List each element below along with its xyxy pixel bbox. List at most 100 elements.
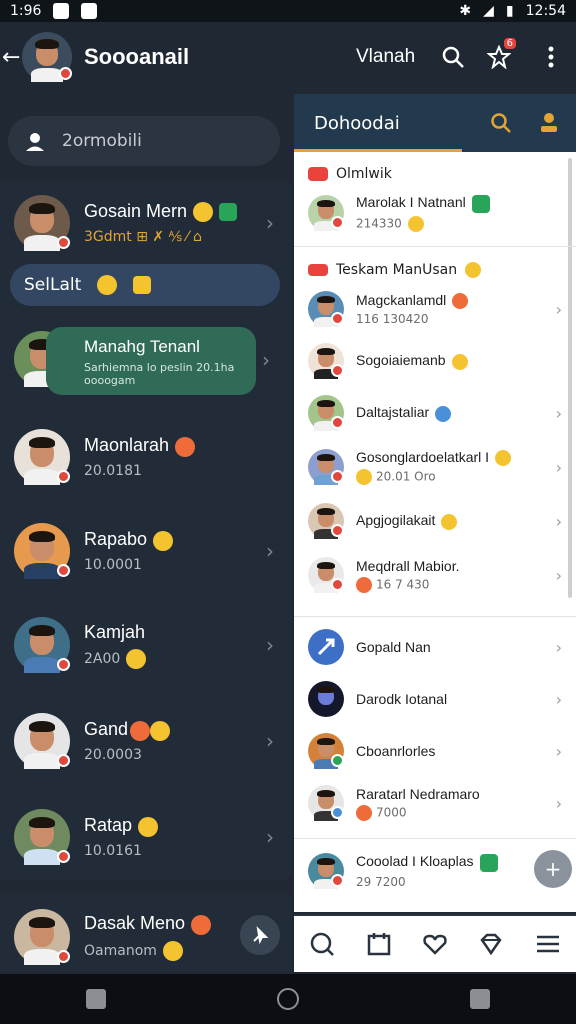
list-item[interactable]: Cboanrlorles ›	[294, 724, 576, 778]
emoji-icon	[130, 720, 151, 741]
avatar	[308, 503, 344, 539]
right-panel-header: Dohoodai	[294, 94, 576, 152]
chat-preview: 20.0181	[84, 462, 142, 479]
chat-preview: 20.0003	[84, 746, 142, 763]
tag-icon	[471, 194, 490, 213]
search-icon[interactable]	[309, 931, 335, 957]
emoji-icon	[153, 530, 174, 551]
search-icon	[491, 113, 511, 133]
heart-icon[interactable]	[422, 931, 448, 957]
diamond-icon[interactable]	[478, 931, 504, 957]
chevron-right-icon: ›	[266, 729, 274, 753]
right-panel-title: Dohoodai	[314, 112, 400, 134]
list-item[interactable]: Daltajstaliar ›	[294, 386, 576, 440]
emoji-icon	[452, 293, 469, 310]
person-search-icon	[26, 133, 44, 151]
menu-icon[interactable]	[535, 931, 561, 957]
list-item[interactable]: Meqdrall Mabior. 16 7 430 ›	[294, 548, 576, 602]
list-item[interactable]: Marolak I Natnanl 214330	[294, 186, 576, 240]
list-item[interactable]: Gosonglardoelatkarl I 20.01 Oro ›	[294, 440, 576, 494]
emoji-icon	[356, 469, 372, 486]
chevron-right-icon: ›	[555, 299, 562, 319]
search-icon	[442, 46, 464, 68]
emoji-icon	[175, 436, 196, 457]
battery-icon: ▮	[505, 3, 514, 19]
chevron-right-icon: ›	[266, 211, 274, 235]
item-name: Daltajstaliar	[356, 404, 430, 421]
left-search-bar[interactable]: 2ormobili	[8, 116, 280, 166]
panel-profile-button[interactable]	[534, 108, 564, 138]
back-icon[interactable]	[470, 989, 491, 1009]
chat-name: Kamjah	[84, 621, 146, 642]
emoji-icon	[356, 804, 372, 821]
account-name[interactable]: Vlanah	[356, 46, 415, 68]
item-sub: 116 130420	[356, 312, 429, 327]
status-bar: 1:96 ✱ ◢ ▮ 12:54	[0, 0, 576, 22]
chat-row[interactable]: Rapabo 10.0001 ›	[0, 506, 292, 596]
avatar	[14, 713, 70, 769]
item-sub: 16 7 430	[376, 577, 430, 591]
pin-button[interactable]	[240, 915, 280, 955]
chat-row[interactable]: Kamjah 2A00 ›	[0, 600, 292, 690]
avatar	[308, 733, 344, 769]
chat-row[interactable]: Maonlarah 20.0181	[0, 412, 292, 502]
app-bar: ← Soooanail Vlanah 6	[0, 22, 576, 92]
search-button[interactable]	[438, 42, 468, 72]
emoji-icon	[441, 513, 458, 530]
list-item[interactable]: Darodk Iotanal ›	[294, 672, 576, 726]
right-panel: Olmlwik Marolak I Natnanl 214330 Teskam …	[294, 152, 576, 912]
chat-name: Maonlarah	[84, 435, 170, 456]
chat-row[interactable]: Ratap 10.0161 ›	[0, 792, 292, 882]
avatar	[308, 785, 344, 821]
avatar	[308, 853, 344, 889]
select-label: SelLalt	[24, 275, 82, 295]
list-item[interactable]: Apgjogilakait ›	[294, 494, 576, 548]
chevron-right-icon: ›	[262, 348, 270, 372]
avatar	[308, 195, 344, 231]
avatar	[308, 343, 344, 379]
chevron-right-icon: ›	[555, 637, 562, 657]
recent-apps-icon[interactable]	[85, 989, 106, 1009]
emoji-icon	[150, 720, 171, 741]
emoji-icon	[356, 576, 372, 593]
item-name: Apgjogilakait	[356, 512, 436, 529]
list-item[interactable]: Raratarl Nedramaro 7000 ›	[294, 776, 576, 830]
notifications-button[interactable]: 6	[484, 38, 516, 72]
divider	[294, 838, 576, 839]
item-name: Cooolad I Kloaplas	[356, 853, 474, 870]
chat-preview: 2A00	[84, 650, 121, 667]
notification-icon	[53, 3, 70, 19]
emoji-icon	[495, 450, 512, 467]
calendar-icon[interactable]	[366, 931, 392, 957]
avatar	[14, 909, 70, 965]
avatar	[14, 523, 70, 579]
sticker-icon	[133, 276, 152, 294]
chevron-right-icon: ›	[555, 741, 562, 761]
status-time-right: 12:54	[525, 3, 566, 19]
chat-name: Dasak Meno	[84, 913, 186, 934]
item-sub: 214330	[356, 216, 402, 231]
list-item[interactable]: Sogoiaiemanb	[294, 334, 576, 388]
list-item[interactable]: Gopald Nan ›	[294, 620, 576, 674]
emoji-icon	[465, 262, 482, 278]
chevron-right-icon: ›	[266, 825, 274, 849]
chat-row[interactable]: Gosain Mern 3Gdmt ⊞ ✗ ⅍ ⁄ ⌂ ›	[0, 178, 292, 268]
avatar	[14, 429, 70, 485]
avatar	[308, 557, 344, 593]
chat-preview: Sarhiemna lo peslin 20.1ha oooogam	[84, 361, 235, 387]
item-name: Magckanlamdl	[356, 291, 447, 308]
back-arrow-icon[interactable]: ←	[2, 45, 22, 70]
avatar	[14, 195, 70, 251]
home-icon[interactable]	[276, 988, 299, 1010]
message-bubble[interactable]: Manahg Tenanl Sarhiemna lo peslin 20.1ha…	[46, 327, 256, 395]
more-menu-button[interactable]	[536, 42, 566, 72]
list-item[interactable]: Magckanlamdl 116 130420 ›	[294, 282, 576, 336]
app-title: Soooanail	[84, 44, 190, 69]
item-name: Cboanrlorles	[356, 743, 436, 759]
add-button[interactable]: +	[534, 850, 572, 888]
select-all-pill[interactable]: SelLalt	[10, 264, 280, 306]
tag-icon	[219, 203, 238, 222]
panel-search-button[interactable]	[486, 108, 516, 138]
profile-avatar[interactable]	[22, 32, 72, 82]
chat-row[interactable]: Gand 20.0003 ›	[0, 696, 292, 786]
